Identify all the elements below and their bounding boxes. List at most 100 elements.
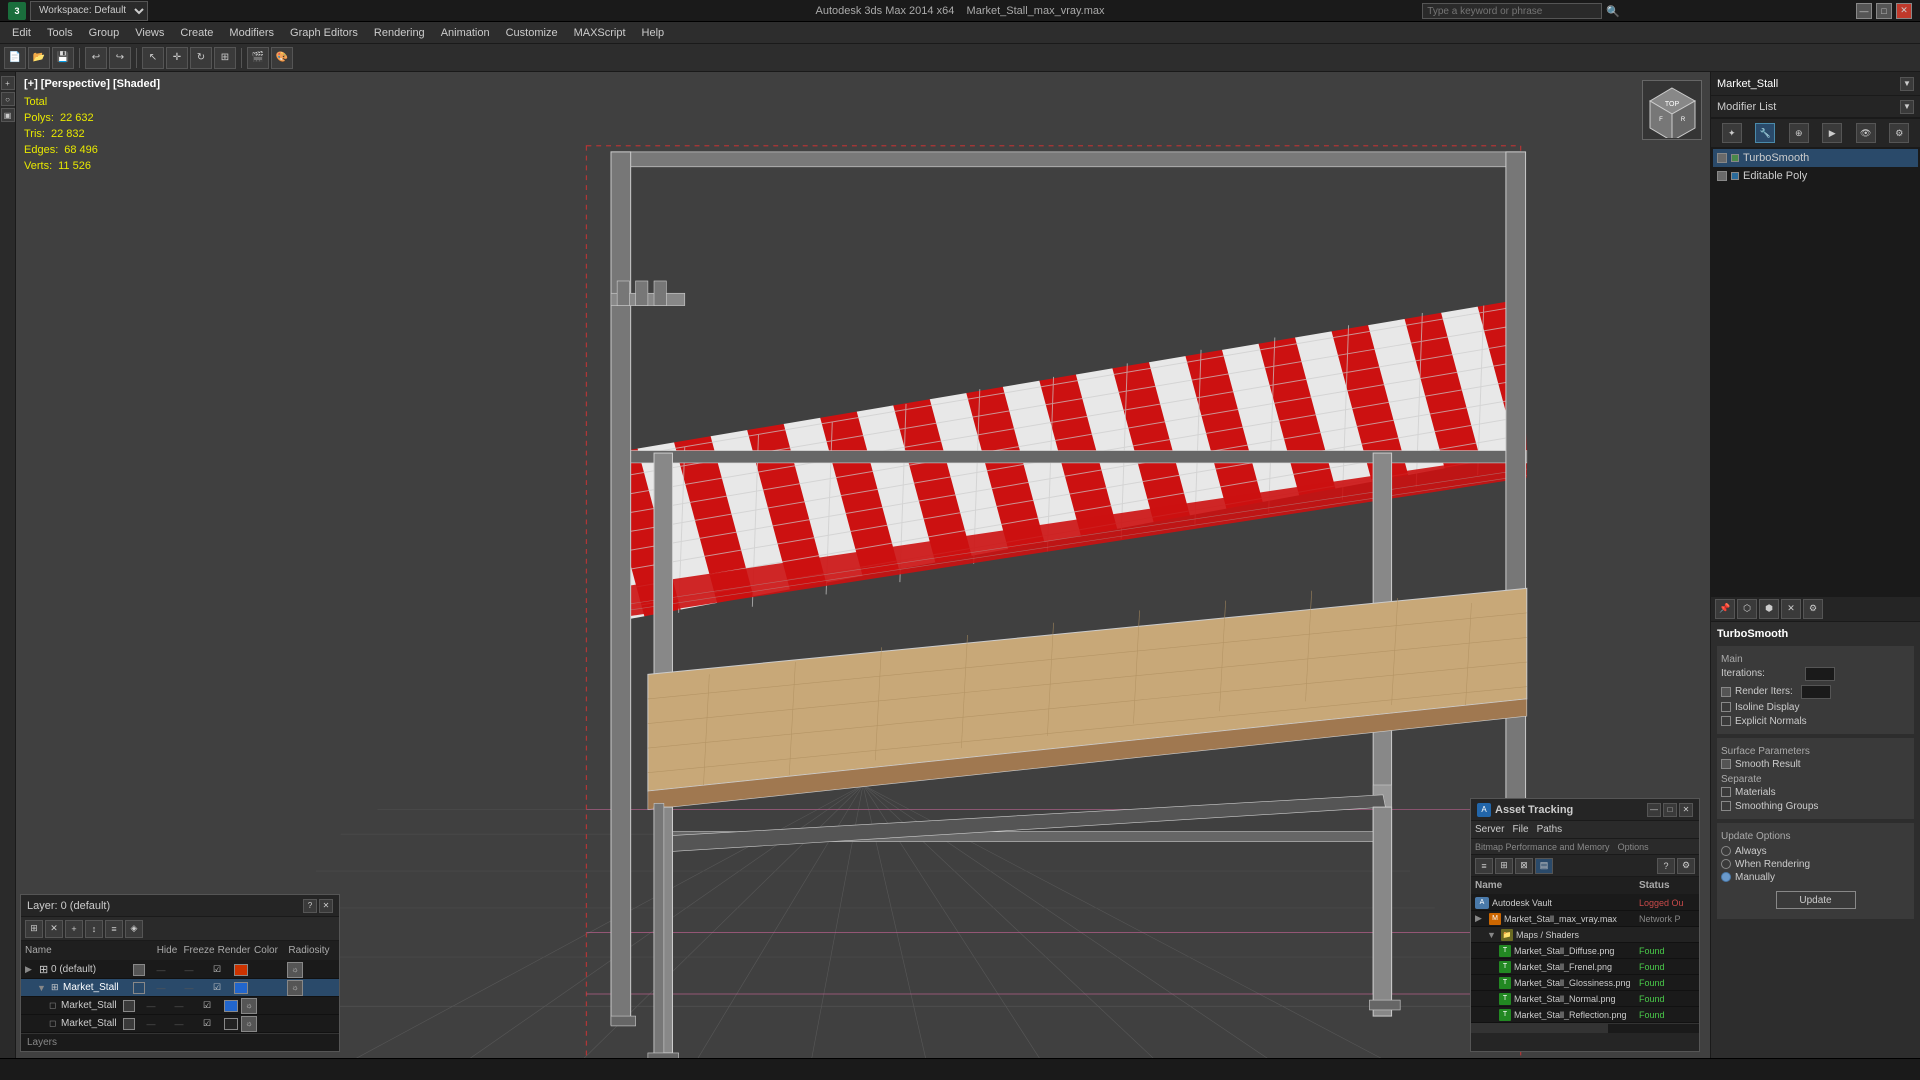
asset-tool-help[interactable]: ?	[1657, 858, 1675, 874]
menu-views[interactable]: Views	[127, 24, 172, 42]
layer-color-default[interactable]	[234, 964, 248, 976]
update-button[interactable]: Update	[1776, 891, 1856, 909]
layer-hide-ms2[interactable]: —	[137, 1001, 165, 1011]
asset-tool-2[interactable]: ⊞	[1495, 858, 1513, 874]
layers-tool-2[interactable]: ✕	[45, 920, 63, 938]
layer-freeze-default[interactable]: —	[175, 965, 203, 975]
move-tool[interactable]: ✛	[166, 47, 188, 69]
select-tool[interactable]: ↖	[142, 47, 164, 69]
layer-hide-default[interactable]: —	[147, 965, 175, 975]
layer-hide-ms3[interactable]: —	[137, 1019, 165, 1029]
asset-menu-file[interactable]: File	[1512, 824, 1528, 835]
menu-group[interactable]: Group	[81, 24, 128, 42]
pin-stack-btn[interactable]: 📌	[1715, 599, 1735, 619]
materials-checkbox[interactable]	[1721, 787, 1731, 797]
menu-animation[interactable]: Animation	[433, 24, 498, 42]
layer-expand-default[interactable]: ▶	[25, 964, 39, 975]
motion-panel-btn[interactable]: ▶	[1822, 123, 1842, 143]
menu-tools[interactable]: Tools	[39, 24, 81, 42]
asset-row-reflection[interactable]: T Market_Stall_Reflection.png Found	[1471, 1007, 1699, 1023]
configure-modifiers-btn[interactable]: ⚙	[1803, 599, 1823, 619]
utilities-panel-btn[interactable]: ⚙	[1889, 123, 1909, 143]
material-editor-button[interactable]: 🎨	[271, 47, 293, 69]
menu-maxscript[interactable]: MAXScript	[566, 24, 634, 42]
layer-vis-ms3[interactable]	[123, 1018, 135, 1030]
layers-tool-6[interactable]: ◈	[125, 920, 143, 938]
layer-freeze-ms2[interactable]: —	[165, 1001, 193, 1011]
layer-row-market-stall-3[interactable]: ◻ Market_Stall — — ☑ ☼	[21, 1015, 339, 1033]
panel-icon-btn-1[interactable]: ▼	[1900, 77, 1914, 91]
open-file-button[interactable]: 📂	[28, 47, 50, 69]
create-panel-btn[interactable]: ✦	[1722, 123, 1742, 143]
close-button[interactable]: ✕	[1896, 3, 1912, 19]
layers-close-btn[interactable]: ✕	[319, 899, 333, 913]
asset-row-vault[interactable]: A Autodesk Vault Logged Ou	[1471, 895, 1699, 911]
always-radio-row[interactable]: Always	[1721, 846, 1910, 857]
asset-close-btn[interactable]: ✕	[1679, 803, 1693, 817]
layers-tool-5[interactable]: ≡	[105, 920, 123, 938]
hierarchy-panel-btn[interactable]: ⊕	[1789, 123, 1809, 143]
render-iters-input[interactable]: 2	[1801, 685, 1831, 699]
menu-modifiers[interactable]: Modifiers	[221, 24, 282, 42]
always-radio[interactable]	[1721, 846, 1731, 856]
layer-row-market-stall-2[interactable]: ◻ Market_Stall — — ☑ ☼	[21, 997, 339, 1015]
layer-vis-ms2[interactable]	[123, 1000, 135, 1012]
modifier-turbosmooth-checkbox[interactable]	[1717, 153, 1727, 163]
nav-cube[interactable]: TOP R F	[1642, 80, 1702, 140]
layer-freeze-ms3[interactable]: —	[165, 1019, 193, 1029]
save-file-button[interactable]: 💾	[52, 47, 74, 69]
search-icon[interactable]: 🔍	[1606, 5, 1620, 18]
redo-button[interactable]: ↪	[109, 47, 131, 69]
asset-restore-btn[interactable]: □	[1663, 803, 1677, 817]
menu-edit[interactable]: Edit	[4, 24, 39, 42]
menu-create[interactable]: Create	[172, 24, 221, 42]
menu-help[interactable]: Help	[634, 24, 673, 42]
left-tool-2[interactable]: ○	[1, 92, 15, 106]
explicit-normals-checkbox[interactable]	[1721, 716, 1731, 726]
asset-expand-maps[interactable]: ▼	[1487, 930, 1499, 940]
asset-row-normal[interactable]: T Market_Stall_Normal.png Found	[1471, 991, 1699, 1007]
layers-tool-1[interactable]: ⊞	[25, 920, 43, 938]
menu-customize[interactable]: Customize	[498, 24, 566, 42]
layer-color-ms3[interactable]	[224, 1018, 238, 1030]
layer-row-market-stall-1[interactable]: ▼ ⊞ Market_Stall — — ☑ ☼	[21, 979, 339, 997]
modifier-editable-poly[interactable]: Editable Poly	[1713, 167, 1918, 185]
remove-modifier-btn[interactable]: ✕	[1781, 599, 1801, 619]
layer-color-ms1[interactable]	[234, 982, 248, 994]
asset-row-diffuse[interactable]: T Market_Stall_Diffuse.png Found	[1471, 943, 1699, 959]
undo-button[interactable]: ↩	[85, 47, 107, 69]
when-rendering-radio-row[interactable]: When Rendering	[1721, 859, 1910, 870]
workspace-dropdown[interactable]: Workspace: Default	[30, 1, 148, 21]
modifier-list-dropdown[interactable]: ▼	[1900, 100, 1914, 114]
isoline-checkbox[interactable]	[1721, 702, 1731, 712]
modifier-turbosmooth[interactable]: TurboSmooth	[1713, 149, 1918, 167]
asset-scrollbar[interactable]	[1471, 1023, 1699, 1033]
asset-menu-paths[interactable]: Paths	[1537, 824, 1563, 835]
show-end-result-btn[interactable]: ⬡	[1737, 599, 1757, 619]
layer-vis-ms1[interactable]	[133, 982, 145, 994]
manually-radio[interactable]	[1721, 872, 1731, 882]
layer-expand-ms1[interactable]: ▼	[37, 983, 51, 993]
layer-render-ms2[interactable]: ☑	[193, 1000, 221, 1011]
layers-help-btn[interactable]: ?	[303, 899, 317, 913]
asset-tool-settings[interactable]: ⚙	[1677, 858, 1695, 874]
layers-add-btn[interactable]: +	[65, 920, 83, 938]
when-rendering-radio[interactable]	[1721, 859, 1731, 869]
scale-tool[interactable]: ⊞	[214, 47, 236, 69]
new-file-button[interactable]: 📄	[4, 47, 26, 69]
smooth-result-checkbox[interactable]	[1721, 759, 1731, 769]
smoothing-groups-checkbox[interactable]	[1721, 801, 1731, 811]
asset-minimize-btn[interactable]: —	[1647, 803, 1661, 817]
asset-row-frenel[interactable]: T Market_Stall_Frenel.png Found	[1471, 959, 1699, 975]
iterations-input[interactable]: 0	[1805, 667, 1835, 681]
menu-graph-editors[interactable]: Graph Editors	[282, 24, 366, 42]
asset-tool-3[interactable]: ⊠	[1515, 858, 1533, 874]
display-panel-btn[interactable]: 👁	[1856, 123, 1876, 143]
search-input[interactable]	[1422, 3, 1602, 19]
asset-menu-server[interactable]: Server	[1475, 824, 1504, 835]
layer-freeze-ms1[interactable]: —	[175, 983, 203, 993]
asset-tool-1[interactable]: ≡	[1475, 858, 1493, 874]
layer-render-ms3[interactable]: ☑	[193, 1018, 221, 1029]
layer-render-ms1[interactable]: ☑	[203, 982, 231, 993]
modify-panel-btn active[interactable]: 🔧	[1755, 123, 1775, 143]
